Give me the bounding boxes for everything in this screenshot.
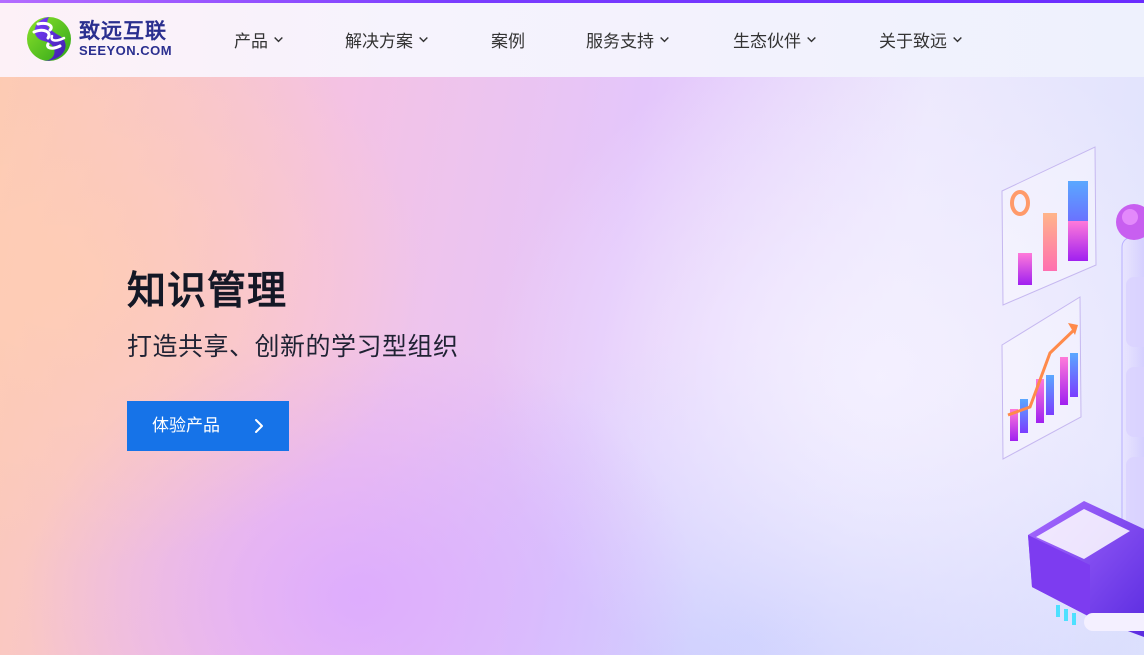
nav-item-label: 生态伙伴 xyxy=(733,31,801,52)
nav-item-solutions[interactable]: 解决方案 xyxy=(345,27,429,52)
nav-item-label: 产品 xyxy=(234,31,268,52)
hero-subtitle: 打造共享、创新的学习型组织 xyxy=(127,332,459,361)
try-product-label: 体验产品 xyxy=(152,416,220,436)
logo-name-cn: 致远互联 xyxy=(79,18,167,43)
chevron-down-icon xyxy=(660,36,669,42)
logo-name-en: SEEYON.COM xyxy=(79,43,173,58)
chevron-down-icon xyxy=(274,36,283,42)
nav-item-products[interactable]: 产品 xyxy=(234,27,284,52)
logo-text: 致远互联 SEEYON.COM xyxy=(79,19,172,59)
nav-item-cases[interactable]: 案例 xyxy=(491,27,525,52)
site-header: 致远互联 SEEYON.COM 产品 解决方案 案例 服务支持 生态伙伴 关于致… xyxy=(0,0,1144,77)
try-product-button[interactable]: 体验产品 xyxy=(127,401,289,451)
hero-title: 知识管理 xyxy=(127,269,288,314)
top-accent-line xyxy=(0,0,1144,3)
chevron-down-icon xyxy=(419,36,428,42)
brand-logo[interactable]: 致远互联 SEEYON.COM xyxy=(24,13,174,65)
nav-item-partners[interactable]: 生态伙伴 xyxy=(733,27,817,52)
chevron-down-icon xyxy=(807,36,816,42)
hero-banner: 知识管理 打造共享、创新的学习型组织 体验产品 xyxy=(0,77,1144,655)
chevron-down-icon xyxy=(953,36,962,42)
data-analytics-illustration xyxy=(1001,146,1144,637)
logo-swirl-icon xyxy=(27,17,71,61)
nav-item-label: 服务支持 xyxy=(586,31,654,52)
nav-item-label: 解决方案 xyxy=(345,31,413,52)
nav-item-label: 案例 xyxy=(491,31,525,52)
nav-item-about[interactable]: 关于致远 xyxy=(879,27,963,52)
nav-item-support[interactable]: 服务支持 xyxy=(586,27,670,52)
chevron-right-icon xyxy=(255,419,263,433)
nav-item-label: 关于致远 xyxy=(879,31,947,52)
